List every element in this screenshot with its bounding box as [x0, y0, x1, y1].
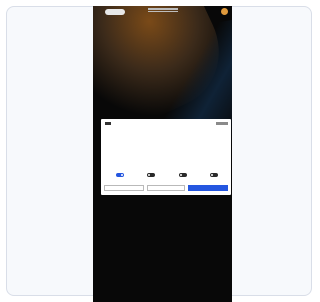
top-bar [93, 6, 232, 20]
toggle-statistics[interactable] [172, 162, 194, 181]
allow-all-button[interactable] [188, 185, 228, 191]
toggle-switch-on[interactable] [116, 173, 124, 177]
logo-line-1 [148, 8, 178, 10]
consent-buttons [104, 185, 228, 191]
toggle-switch-off[interactable] [210, 173, 218, 177]
phone-screen [93, 6, 232, 302]
allow-selection-button[interactable] [147, 185, 185, 191]
cookie-consent-dialog [101, 119, 231, 195]
dialog-close-button[interactable] [216, 122, 228, 125]
avatar-icon[interactable] [221, 8, 228, 15]
toggle-marketing[interactable] [203, 162, 225, 181]
center-logo [145, 7, 181, 17]
brand-pill-logo[interactable] [105, 9, 125, 15]
toggle-necessary[interactable] [109, 162, 131, 181]
logo-line-2 [148, 10, 178, 12]
toggle-switch-off[interactable] [179, 173, 187, 177]
toggle-preferences[interactable] [140, 162, 162, 181]
dialog-body-text [105, 138, 227, 151]
consent-toggles [105, 162, 227, 177]
dialog-logo [105, 122, 111, 125]
toggle-switch-off[interactable] [147, 173, 155, 177]
deny-button[interactable] [104, 185, 144, 191]
